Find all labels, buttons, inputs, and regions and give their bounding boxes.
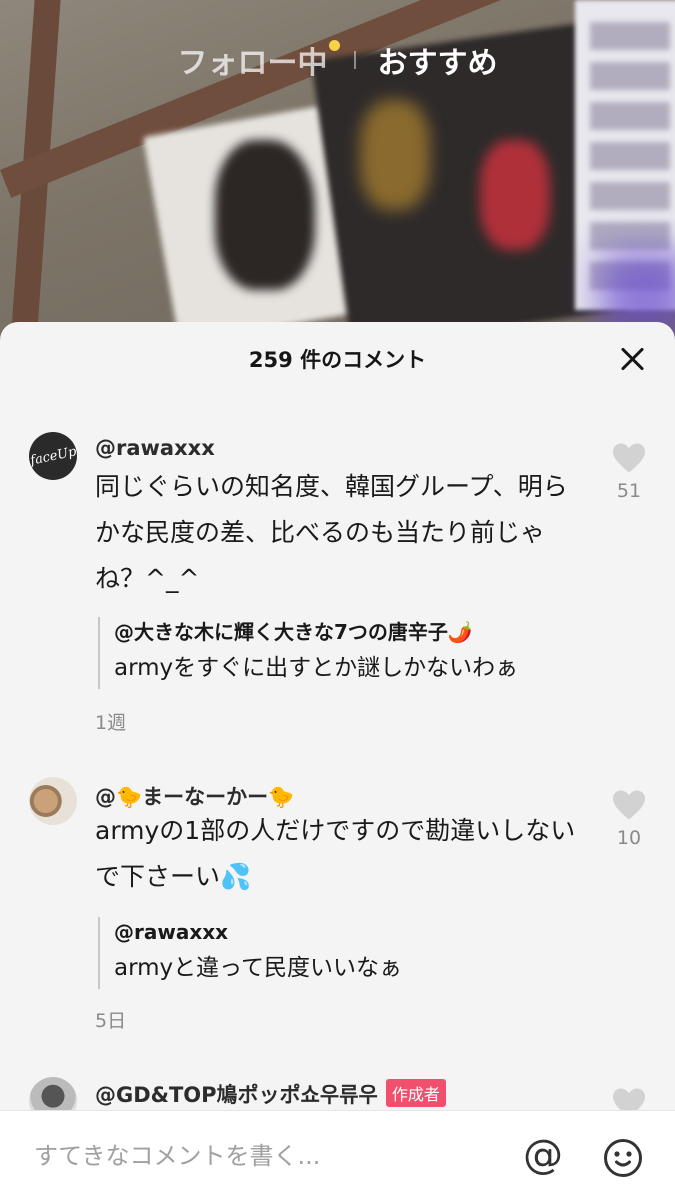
avatar-logo-text: faceUp bbox=[29, 443, 77, 469]
reply-quote: @rawaxxx armyと違って民度いいなぁ bbox=[98, 917, 402, 989]
avatar[interactable] bbox=[29, 777, 77, 825]
emoji-icon[interactable] bbox=[603, 1138, 643, 1178]
tab-divider bbox=[353, 51, 356, 69]
reply-quote: @大きな木に輝く大きな7つの唐辛子🌶️ armyをすぐに出すとか謎しかないわぁ bbox=[98, 617, 518, 689]
poster-figure bbox=[360, 100, 430, 210]
like-button[interactable]: 10 bbox=[609, 789, 649, 849]
notification-dot bbox=[328, 40, 340, 51]
comments-count-title: 259 件のコメント bbox=[248, 348, 427, 372]
like-button[interactable]: 51 bbox=[609, 442, 649, 502]
heart-icon bbox=[613, 790, 645, 820]
heart-icon bbox=[613, 443, 645, 473]
comment-time: 5日 bbox=[95, 1010, 127, 1032]
tab-recommended-label: おすすめ bbox=[377, 46, 498, 81]
comment-input[interactable] bbox=[34, 1137, 494, 1175]
tab-recommended[interactable]: おすすめ bbox=[378, 38, 498, 82]
comments-header: 259 件のコメント bbox=[0, 322, 675, 394]
avatar[interactable]: faceUp bbox=[29, 432, 77, 480]
reply-username[interactable]: @大きな木に輝く大きな7つの唐辛子🌶️ bbox=[114, 617, 518, 647]
poster-figure bbox=[480, 140, 550, 250]
at-icon[interactable]: @ bbox=[523, 1133, 563, 1177]
comment-time: 1週 bbox=[95, 712, 127, 734]
creator-badge: 作成者 bbox=[385, 1079, 446, 1107]
like-count: 10 bbox=[616, 827, 642, 849]
comment-username[interactable]: @GD&TOP鳩ポッポ쇼우류우 作成者 bbox=[95, 1079, 446, 1109]
comment-text: 同じぐらいの知名度、韓国グループ、明らかな民度の差、比べるのも当たり前じゃね？^… bbox=[95, 472, 568, 593]
reply-text: armyをすぐに出すとか謎しかないわぁ bbox=[114, 655, 519, 681]
comment-username-text: @GD&TOP鳩ポッポ쇼우류우 bbox=[95, 1083, 378, 1107]
tab-following[interactable]: フォロー中 bbox=[177, 38, 340, 82]
comment-text: armyの1部の人だけですので勘違いしないで下さーい💦 bbox=[95, 816, 576, 891]
reply-username[interactable]: @rawaxxx bbox=[114, 917, 402, 947]
comment-username[interactable]: @🐤まーなーかー🐤 bbox=[95, 781, 294, 811]
comment-input-bar: @ bbox=[0, 1110, 675, 1200]
tab-following-label: フォロー中 bbox=[177, 46, 328, 81]
reply-text: armyと違って民度いいなぁ bbox=[114, 955, 403, 981]
video-background[interactable]: フォロー中 おすすめ bbox=[0, 0, 675, 360]
like-count: 51 bbox=[616, 480, 642, 502]
feed-tabs: フォロー中 おすすめ bbox=[0, 38, 675, 82]
poster-figure bbox=[215, 140, 315, 290]
close-icon[interactable] bbox=[619, 346, 645, 372]
comments-sheet: 259 件のコメント faceUp @rawaxxx 同じぐらいの知名度、韓国グ… bbox=[0, 322, 675, 1200]
comment-username[interactable]: @rawaxxx bbox=[95, 436, 215, 460]
